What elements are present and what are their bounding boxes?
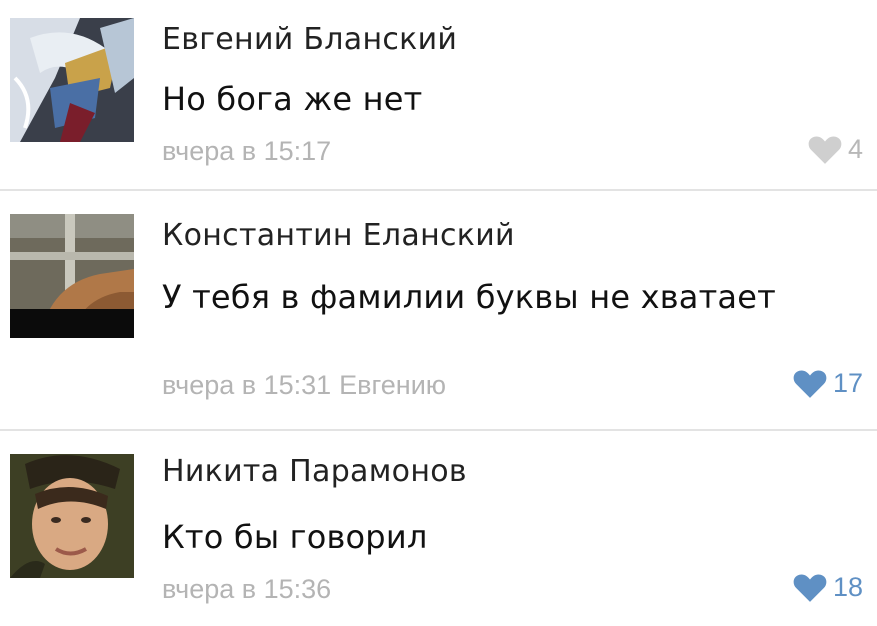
comment-time: вчера в 15:17 [162, 136, 332, 166]
like-count: 17 [832, 368, 863, 398]
comment-text: Но бога же нет [162, 80, 423, 118]
comment-item: Евгений Бланский Но бога же нет вчера в … [0, 0, 877, 190]
comment-author[interactable]: Константин Еланский [162, 218, 515, 253]
person-photo-avatar-icon [10, 454, 134, 578]
avatar[interactable] [10, 454, 134, 578]
comment-time: вчера в 15:36 [162, 574, 332, 604]
anime-character-avatar-icon [10, 18, 134, 142]
comment-meta: вчера в 15:36 [162, 574, 331, 605]
reply-to-link[interactable]: Евгению [339, 370, 446, 400]
avatar[interactable] [10, 18, 134, 142]
comment-author[interactable]: Никита Парамонов [162, 454, 467, 489]
like-count: 4 [847, 134, 863, 164]
like-button[interactable]: 18 [793, 572, 863, 603]
like-count: 18 [832, 572, 863, 602]
comments-list: Евгений Бланский Но бога же нет вчера в … [0, 0, 877, 626]
comment-meta: вчера в 15:31 Евгению [162, 370, 446, 401]
comment-item: Никита Парамонов Кто бы говорил вчера в … [0, 430, 877, 626]
comment-text: Кто бы говорил [162, 518, 428, 556]
comment-time: вчера в 15:31 [162, 370, 332, 400]
heart-icon [793, 369, 827, 398]
comment-meta: вчера в 15:17 [162, 136, 331, 167]
comment-author[interactable]: Евгений Бланский [162, 22, 457, 57]
photo-avatar-icon [10, 214, 134, 338]
heart-icon [808, 135, 842, 164]
avatar[interactable] [10, 214, 134, 338]
comment-text: У тебя в фамилии буквы не хватает [162, 278, 776, 316]
comment-item: Константин Еланский У тебя в фамилии бук… [0, 190, 877, 430]
like-button[interactable]: 4 [808, 134, 863, 165]
heart-icon [793, 573, 827, 602]
like-button[interactable]: 17 [793, 368, 863, 399]
